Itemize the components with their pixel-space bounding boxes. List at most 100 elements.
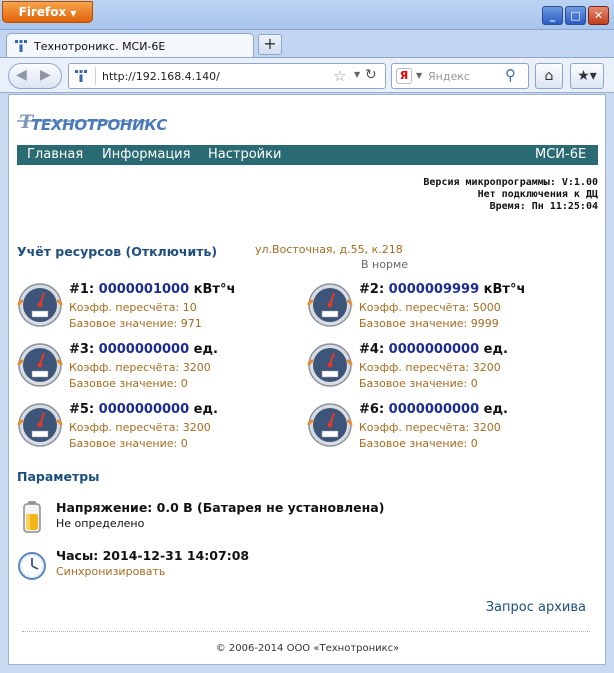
meter-title: #2: 0000009999 кВт°ч xyxy=(359,282,525,297)
meter-coefficient: Коэфф. пересчёта: 3200 xyxy=(359,361,501,374)
meter-unit: кВт°ч xyxy=(193,282,236,297)
parameters-title: Параметры xyxy=(17,469,100,484)
bookmark-star-icon[interactable]: ☆ xyxy=(333,67,346,85)
meter-title: #5: 0000000000 ед. xyxy=(69,402,218,417)
firefox-menu-button[interactable]: Firefox ▼ xyxy=(2,1,93,23)
meter-value: 0000001000 xyxy=(98,282,190,297)
meter-gauge-icon xyxy=(307,283,353,327)
meter-label: #6: xyxy=(359,402,385,417)
meter-label: #3: xyxy=(69,342,95,357)
search-icon[interactable]: ⚲ xyxy=(505,66,516,84)
meter-title: #3: 0000000000 ед. xyxy=(69,342,218,357)
clock-icon xyxy=(18,552,46,580)
meter-unit: ед. xyxy=(483,402,508,417)
address-text: ул.Восточная, д.55, к.218 xyxy=(255,243,403,256)
main-menu: Главная Информация Настройки МСИ-6Е xyxy=(17,145,598,165)
meter-5: #5: 0000000000 ед. Коэфф. пересчёта: 3200… xyxy=(17,402,287,458)
meter-coefficient: Коэфф. пересчёта: 5000 xyxy=(359,301,501,314)
site-identity-icon[interactable] xyxy=(74,69,88,83)
address-bar[interactable]: http://192.168.4.140/ ☆ ▼ ↻ xyxy=(68,63,386,89)
meter-coefficient: Коэфф. пересчёта: 3200 xyxy=(69,421,211,434)
meter-gauge-icon xyxy=(17,403,63,447)
company-logo[interactable]: T ТЕХНОТРОНИКС xyxy=(17,105,167,141)
close-button[interactable]: ✕ xyxy=(588,6,609,25)
sync-link[interactable]: Синхронизировать xyxy=(56,565,165,578)
meter-coefficient: Коэфф. пересчёта: 3200 xyxy=(69,361,211,374)
meter-label: #2: xyxy=(359,282,385,297)
meter-gauge-icon xyxy=(17,283,63,327)
chevron-down-icon: ▼ xyxy=(70,9,77,18)
meter-title: #4: 0000000000 ед. xyxy=(359,342,508,357)
meter-4: #4: 0000000000 ед. Коэфф. пересчёта: 3200… xyxy=(307,342,577,398)
archive-request-link[interactable]: Запрос архива xyxy=(486,600,586,615)
meter-1: #1: 0000001000 кВт°ч Коэфф. пересчёта: 10… xyxy=(17,282,287,338)
firmware-version: Версия микропрограммы: V:1.00 xyxy=(423,177,598,188)
meter-base-value: Базовое значение: 0 xyxy=(359,377,478,390)
meter-unit: ед. xyxy=(483,342,508,357)
home-icon: ⌂ xyxy=(544,68,554,84)
meter-2: #2: 0000009999 кВт°ч Коэфф. пересчёта: 50… xyxy=(307,282,577,338)
meter-3: #3: 0000000000 ед. Коэфф. пересчёта: 3200… xyxy=(17,342,287,398)
meter-title: #1: 0000001000 кВт°ч xyxy=(69,282,235,297)
meter-value: 0000000000 xyxy=(98,402,190,417)
meter-label: #5: xyxy=(69,402,95,417)
site-favicon-icon xyxy=(15,40,27,52)
meter-coefficient: Коэфф. пересчёта: 10 xyxy=(69,301,197,314)
url-text[interactable]: http://192.168.4.140/ xyxy=(102,70,220,83)
bookmarks-button[interactable]: ★▾ xyxy=(570,63,604,89)
page-viewport: T ТЕХНОТРОНИКС Главная Информация Настро… xyxy=(8,94,606,665)
meter-gauge-icon xyxy=(307,403,353,447)
engine-dropdown-icon[interactable]: ▼ xyxy=(416,71,422,80)
home-button[interactable]: ⌂ xyxy=(535,63,563,89)
footer-copyright: © 2006-2014 ООО «Технотроникс» xyxy=(215,643,400,654)
meter-base-value: Базовое значение: 9999 xyxy=(359,317,499,330)
meter-value: 0000009999 xyxy=(388,282,480,297)
meter-unit: ед. xyxy=(193,342,218,357)
battery-icon xyxy=(23,501,41,533)
meter-base-value: Базовое значение: 0 xyxy=(359,437,478,450)
device-name: МСИ-6Е xyxy=(535,147,587,162)
device-time: Время: Пн 11:25:04 xyxy=(489,201,598,212)
meter-unit: кВт°ч xyxy=(483,282,526,297)
voltage-value: Напряжение: 0.0 В (Батарея не установлен… xyxy=(56,500,385,515)
back-arrow-icon[interactable]: ◀ xyxy=(16,67,27,83)
menu-item-settings[interactable]: Настройки xyxy=(208,147,281,162)
meter-unit: ед. xyxy=(193,402,218,417)
search-input[interactable]: Яндекс xyxy=(428,70,470,83)
window-titlebar: Firefox ▼ _ □ ✕ xyxy=(0,0,614,30)
connection-status: Нет подключения к ДЦ xyxy=(477,189,598,200)
meter-title: #6: 0000000000 ед. xyxy=(359,402,508,417)
navigation-toolbar: ◀ ▶ http://192.168.4.140/ ☆ ▼ ↻ Я ▼ Янде… xyxy=(0,57,614,93)
meter-value: 0000000000 xyxy=(98,342,190,357)
meter-gauge-icon xyxy=(17,343,63,387)
forward-arrow-icon[interactable]: ▶ xyxy=(40,67,51,83)
status-text: В норме xyxy=(361,258,409,271)
meter-coefficient: Коэфф. пересчёта: 3200 xyxy=(359,421,501,434)
meter-label: #1: xyxy=(69,282,95,297)
meter-value: 0000000000 xyxy=(388,342,480,357)
search-bar[interactable]: Я ▼ Яндекс ⚲ xyxy=(391,63,529,89)
new-tab-button[interactable]: + xyxy=(258,34,282,55)
bookmarks-icon: ★▾ xyxy=(577,68,597,84)
reload-icon[interactable]: ↻ xyxy=(365,67,377,83)
footer-divider xyxy=(22,631,590,632)
minimize-button[interactable]: _ xyxy=(542,6,563,25)
maximize-button[interactable]: □ xyxy=(565,6,586,25)
meter-value: 0000000000 xyxy=(388,402,480,417)
logo-text: ТЕХНОТРОНИКС xyxy=(31,116,168,134)
meter-base-value: Базовое значение: 0 xyxy=(69,377,188,390)
meter-6: #6: 0000000000 ед. Коэфф. пересчёта: 3200… xyxy=(307,402,577,458)
voltage-state: Не определено xyxy=(56,517,145,530)
menu-item-main[interactable]: Главная xyxy=(27,147,83,162)
tab-title: Технотроникс. МСИ-6Е xyxy=(34,40,166,53)
clock-value: Часы: 2014-12-31 14:07:08 xyxy=(56,548,250,563)
menu-item-info[interactable]: Информация xyxy=(102,147,190,162)
meter-base-value: Базовое значение: 0 xyxy=(69,437,188,450)
history-dropdown-icon[interactable]: ▼ xyxy=(354,70,360,79)
tab-current[interactable]: Технотроникс. МСИ-6Е xyxy=(6,33,254,58)
meter-base-value: Базовое значение: 971 xyxy=(69,317,202,330)
meter-label: #4: xyxy=(359,342,385,357)
system-info: Версия микропрограммы: V:1.00 Нет подклю… xyxy=(423,177,598,213)
yandex-engine-icon[interactable]: Я xyxy=(396,68,412,84)
resources-title[interactable]: Учёт ресурсов (Отключить) xyxy=(17,244,217,259)
